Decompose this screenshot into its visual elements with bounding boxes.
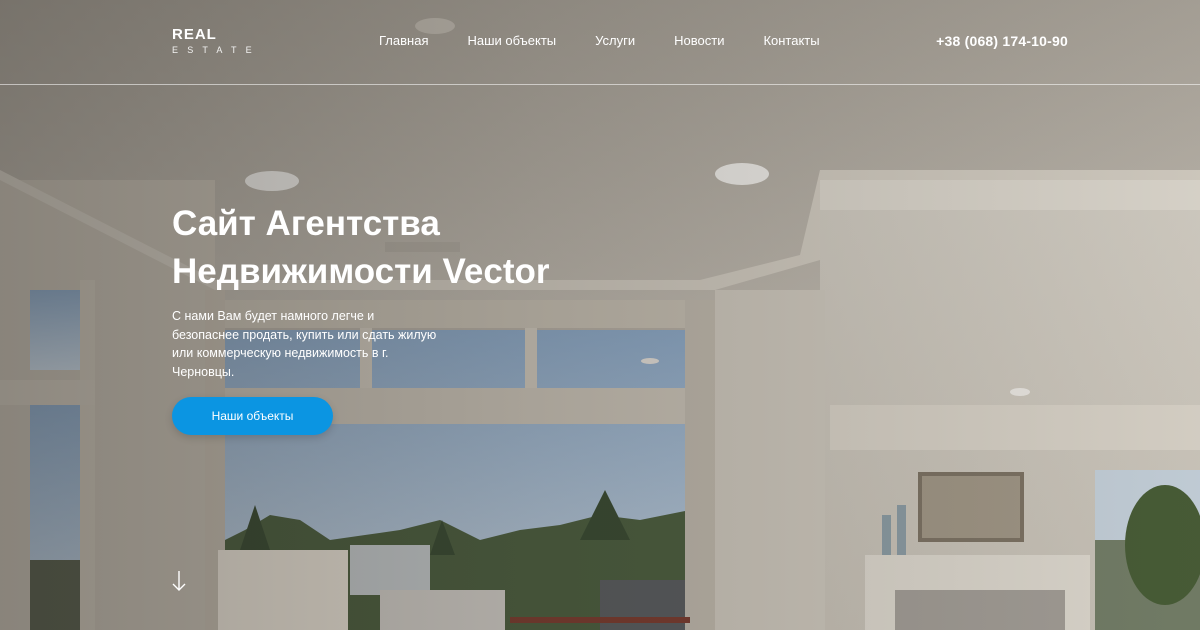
site-header: REAL ESTATE Главная Наши объекты Услуги … (0, 0, 1200, 85)
arrow-down-icon[interactable] (171, 570, 187, 597)
logo-tagline: ESTATE (172, 45, 261, 55)
nav-item-news[interactable]: Новости (674, 33, 724, 48)
hero-description: С нами Вам будет намного легче и безопас… (172, 309, 437, 379)
nav-item-services[interactable]: Услуги (595, 33, 635, 48)
main-nav: Главная Наши объекты Услуги Новости Конт… (379, 33, 820, 48)
nav-item-contacts[interactable]: Контакты (763, 33, 819, 48)
logo[interactable]: REAL ESTATE (172, 26, 261, 56)
nav-item-our-properties[interactable]: Наши объекты (467, 33, 556, 48)
hero-title: Сайт Агентства Недвижимости Vector (172, 204, 550, 291)
our-properties-button[interactable]: Наши объекты (172, 397, 333, 435)
phone-number[interactable]: +38 (068) 174-10-90 (936, 33, 1068, 49)
nav-item-home[interactable]: Главная (379, 33, 428, 48)
logo-name: REAL (172, 26, 217, 43)
